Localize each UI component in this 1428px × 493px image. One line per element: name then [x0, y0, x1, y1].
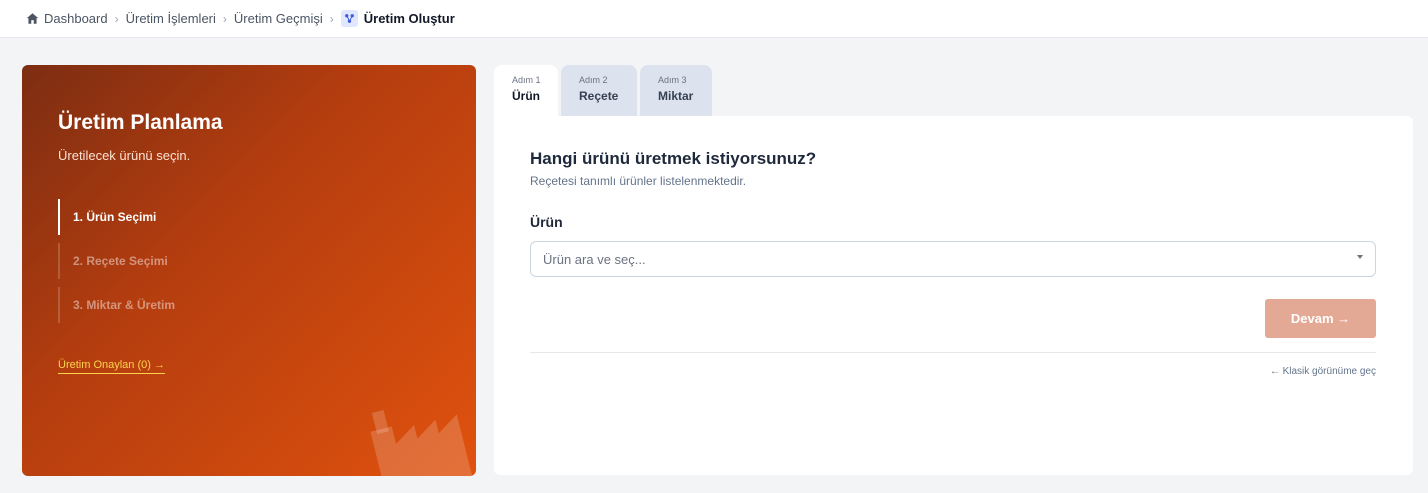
planning-panel: Üretim Planlama Üretilecek ürünü seçin. …	[22, 65, 476, 476]
breadcrumb-label: Üretim İşlemleri	[125, 11, 216, 26]
form-subtitle: Reçetesi tanımlı ürünler listelenmektedi…	[530, 174, 747, 188]
tab-quantity[interactable]: Adım 3 Miktar	[640, 65, 712, 117]
panel-subtitle: Üretilecek ürünü seçin.	[58, 148, 191, 163]
classic-view-link[interactable]: ← Klasik görünüme geç	[1270, 366, 1376, 377]
tab-recipe[interactable]: Adım 2 Reçete	[561, 65, 637, 117]
tab-label: Miktar	[658, 89, 694, 103]
breadcrumb-production-history[interactable]: Üretim Geçmişi	[234, 11, 323, 26]
production-icon	[340, 10, 358, 27]
product-select[interactable]: Ürün ara ve seç...	[530, 241, 1376, 277]
product-field-label: Ürün	[530, 214, 563, 230]
tab-step-number: Adım 2	[579, 75, 608, 85]
form-title: Hangi ürünü üretmek istiyorsunuz?	[530, 149, 817, 168]
continue-button[interactable]: Devam →	[1265, 299, 1376, 338]
step-recipe-selection: 2. Reçete Seçimi	[58, 243, 175, 279]
product-select-placeholder: Ürün ara ve seç...	[543, 251, 646, 267]
chevron-right-icon: ›	[329, 11, 334, 26]
step-tabs: Adım 1 Ürün Adım 2 Reçete Adım 3 Miktar	[494, 65, 715, 117]
breadcrumb-production-ops[interactable]: Üretim İşlemleri	[126, 11, 216, 26]
tab-product[interactable]: Adım 1 Ürün	[494, 65, 558, 117]
breadcrumb-label: Dashboard	[44, 11, 108, 26]
step-list: 1. Ürün Seçimi 2. Reçete Seçimi 3. Mikta…	[58, 199, 175, 331]
factory-decoration-icon	[370, 409, 473, 476]
divider	[530, 352, 1376, 353]
home-icon	[26, 13, 39, 24]
step-quantity-production: 3. Miktar & Üretim	[58, 287, 175, 323]
tab-label: Ürün	[512, 89, 540, 103]
tab-label: Reçete	[579, 89, 619, 103]
tab-step-number: Adım 1	[512, 75, 541, 85]
product-form-card: Hangi ürünü üretmek istiyorsunuz? Reçete…	[494, 116, 1413, 475]
caret-down-icon	[1357, 255, 1363, 259]
breadcrumb-current-label: Üretim Oluştur	[363, 11, 455, 26]
chevron-right-icon: ›	[114, 11, 119, 26]
breadcrumb-label: Üretim Geçmişi	[233, 11, 323, 26]
breadcrumb-dashboard[interactable]: Dashboard	[26, 11, 108, 26]
breadcrumb: Dashboard › Üretim İşlemleri › Üretim Ge…	[0, 0, 1428, 38]
panel-title: Üretim Planlama	[58, 111, 223, 134]
step-product-selection: 1. Ürün Seçimi	[58, 199, 175, 235]
approved-productions-link[interactable]: Üretim Onaylan (0) →	[58, 359, 165, 374]
tab-step-number: Adım 3	[658, 75, 687, 85]
chevron-right-icon: ›	[222, 11, 227, 26]
breadcrumb-current: Üretim Oluştur	[340, 10, 455, 27]
